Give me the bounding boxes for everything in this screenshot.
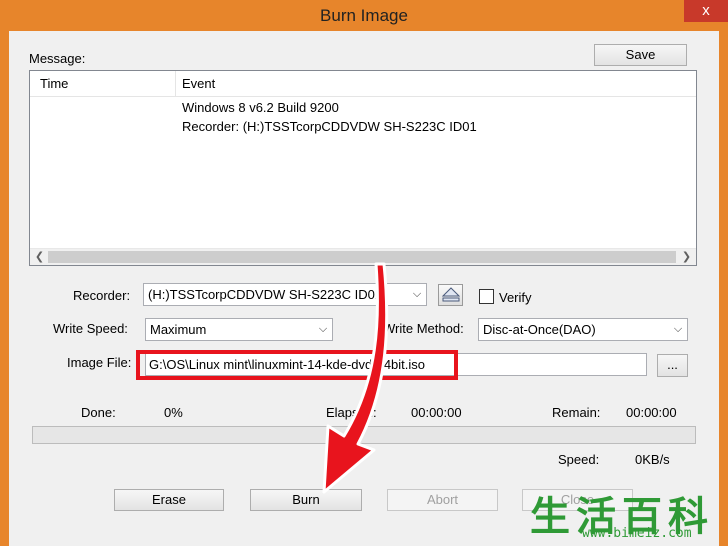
message-label: Message: — [29, 51, 86, 66]
watermark-url: www.bimeiz.com — [582, 526, 692, 541]
window-frame-left — [0, 31, 9, 546]
erase-button[interactable]: Erase — [114, 489, 224, 511]
chevron-down-icon: ⌵ — [412, 288, 422, 300]
done-value: 0% — [164, 405, 183, 420]
verify-checkbox[interactable] — [479, 289, 494, 304]
speed-value: 0KB/s — [635, 452, 670, 467]
elapsed-value: 00:00:00 — [411, 405, 462, 420]
close-window-button[interactable]: x — [684, 0, 728, 22]
list-item[interactable]: Recorder: (H:)TSSTcorpCDDVDW SH-S223C ID… — [182, 119, 477, 134]
list-item[interactable]: Windows 8 v6.2 Build 9200 — [182, 100, 339, 115]
message-list[interactable]: Time Event Windows 8 v6.2 Build 9200 Rec… — [29, 70, 697, 266]
scroll-left-icon[interactable]: ❮ — [31, 250, 48, 265]
abort-button[interactable]: Abort — [387, 489, 498, 511]
watermark-logo: 生活百科 www.bimeiz.com — [526, 484, 728, 546]
speed-label: Speed: — [558, 452, 600, 467]
write-speed-label: Write Speed: — [53, 321, 128, 336]
write-speed-value: Maximum — [150, 322, 207, 337]
remain-value: 00:00:00 — [626, 405, 677, 420]
write-method-value: Disc-at-Once(DAO) — [483, 322, 596, 337]
column-time[interactable]: Time — [40, 76, 68, 91]
eject-icon — [442, 287, 460, 302]
window-title: Burn Image — [320, 6, 408, 25]
recorder-label: Recorder: — [73, 288, 131, 303]
done-label: Done: — [81, 405, 116, 420]
browse-button[interactable]: ... — [657, 354, 688, 377]
remain-label: Remain: — [552, 405, 601, 420]
verify-label[interactable]: Verify — [499, 290, 532, 305]
chevron-down-icon: ⌵ — [673, 323, 683, 335]
save-button[interactable]: Save — [594, 44, 687, 66]
red-arrow-icon — [322, 262, 389, 494]
eject-button[interactable] — [438, 284, 463, 306]
list-header: Time Event — [30, 71, 696, 97]
column-event[interactable]: Event — [182, 76, 215, 91]
image-file-label: Image File: — [67, 355, 132, 370]
write-method-select[interactable]: Disc-at-Once(DAO) ⌵ — [478, 318, 688, 341]
window-frame-right — [719, 31, 728, 546]
scroll-right-icon[interactable]: ❯ — [678, 250, 695, 265]
title-bar: Burn Image x — [0, 0, 728, 31]
column-separator — [175, 71, 176, 97]
